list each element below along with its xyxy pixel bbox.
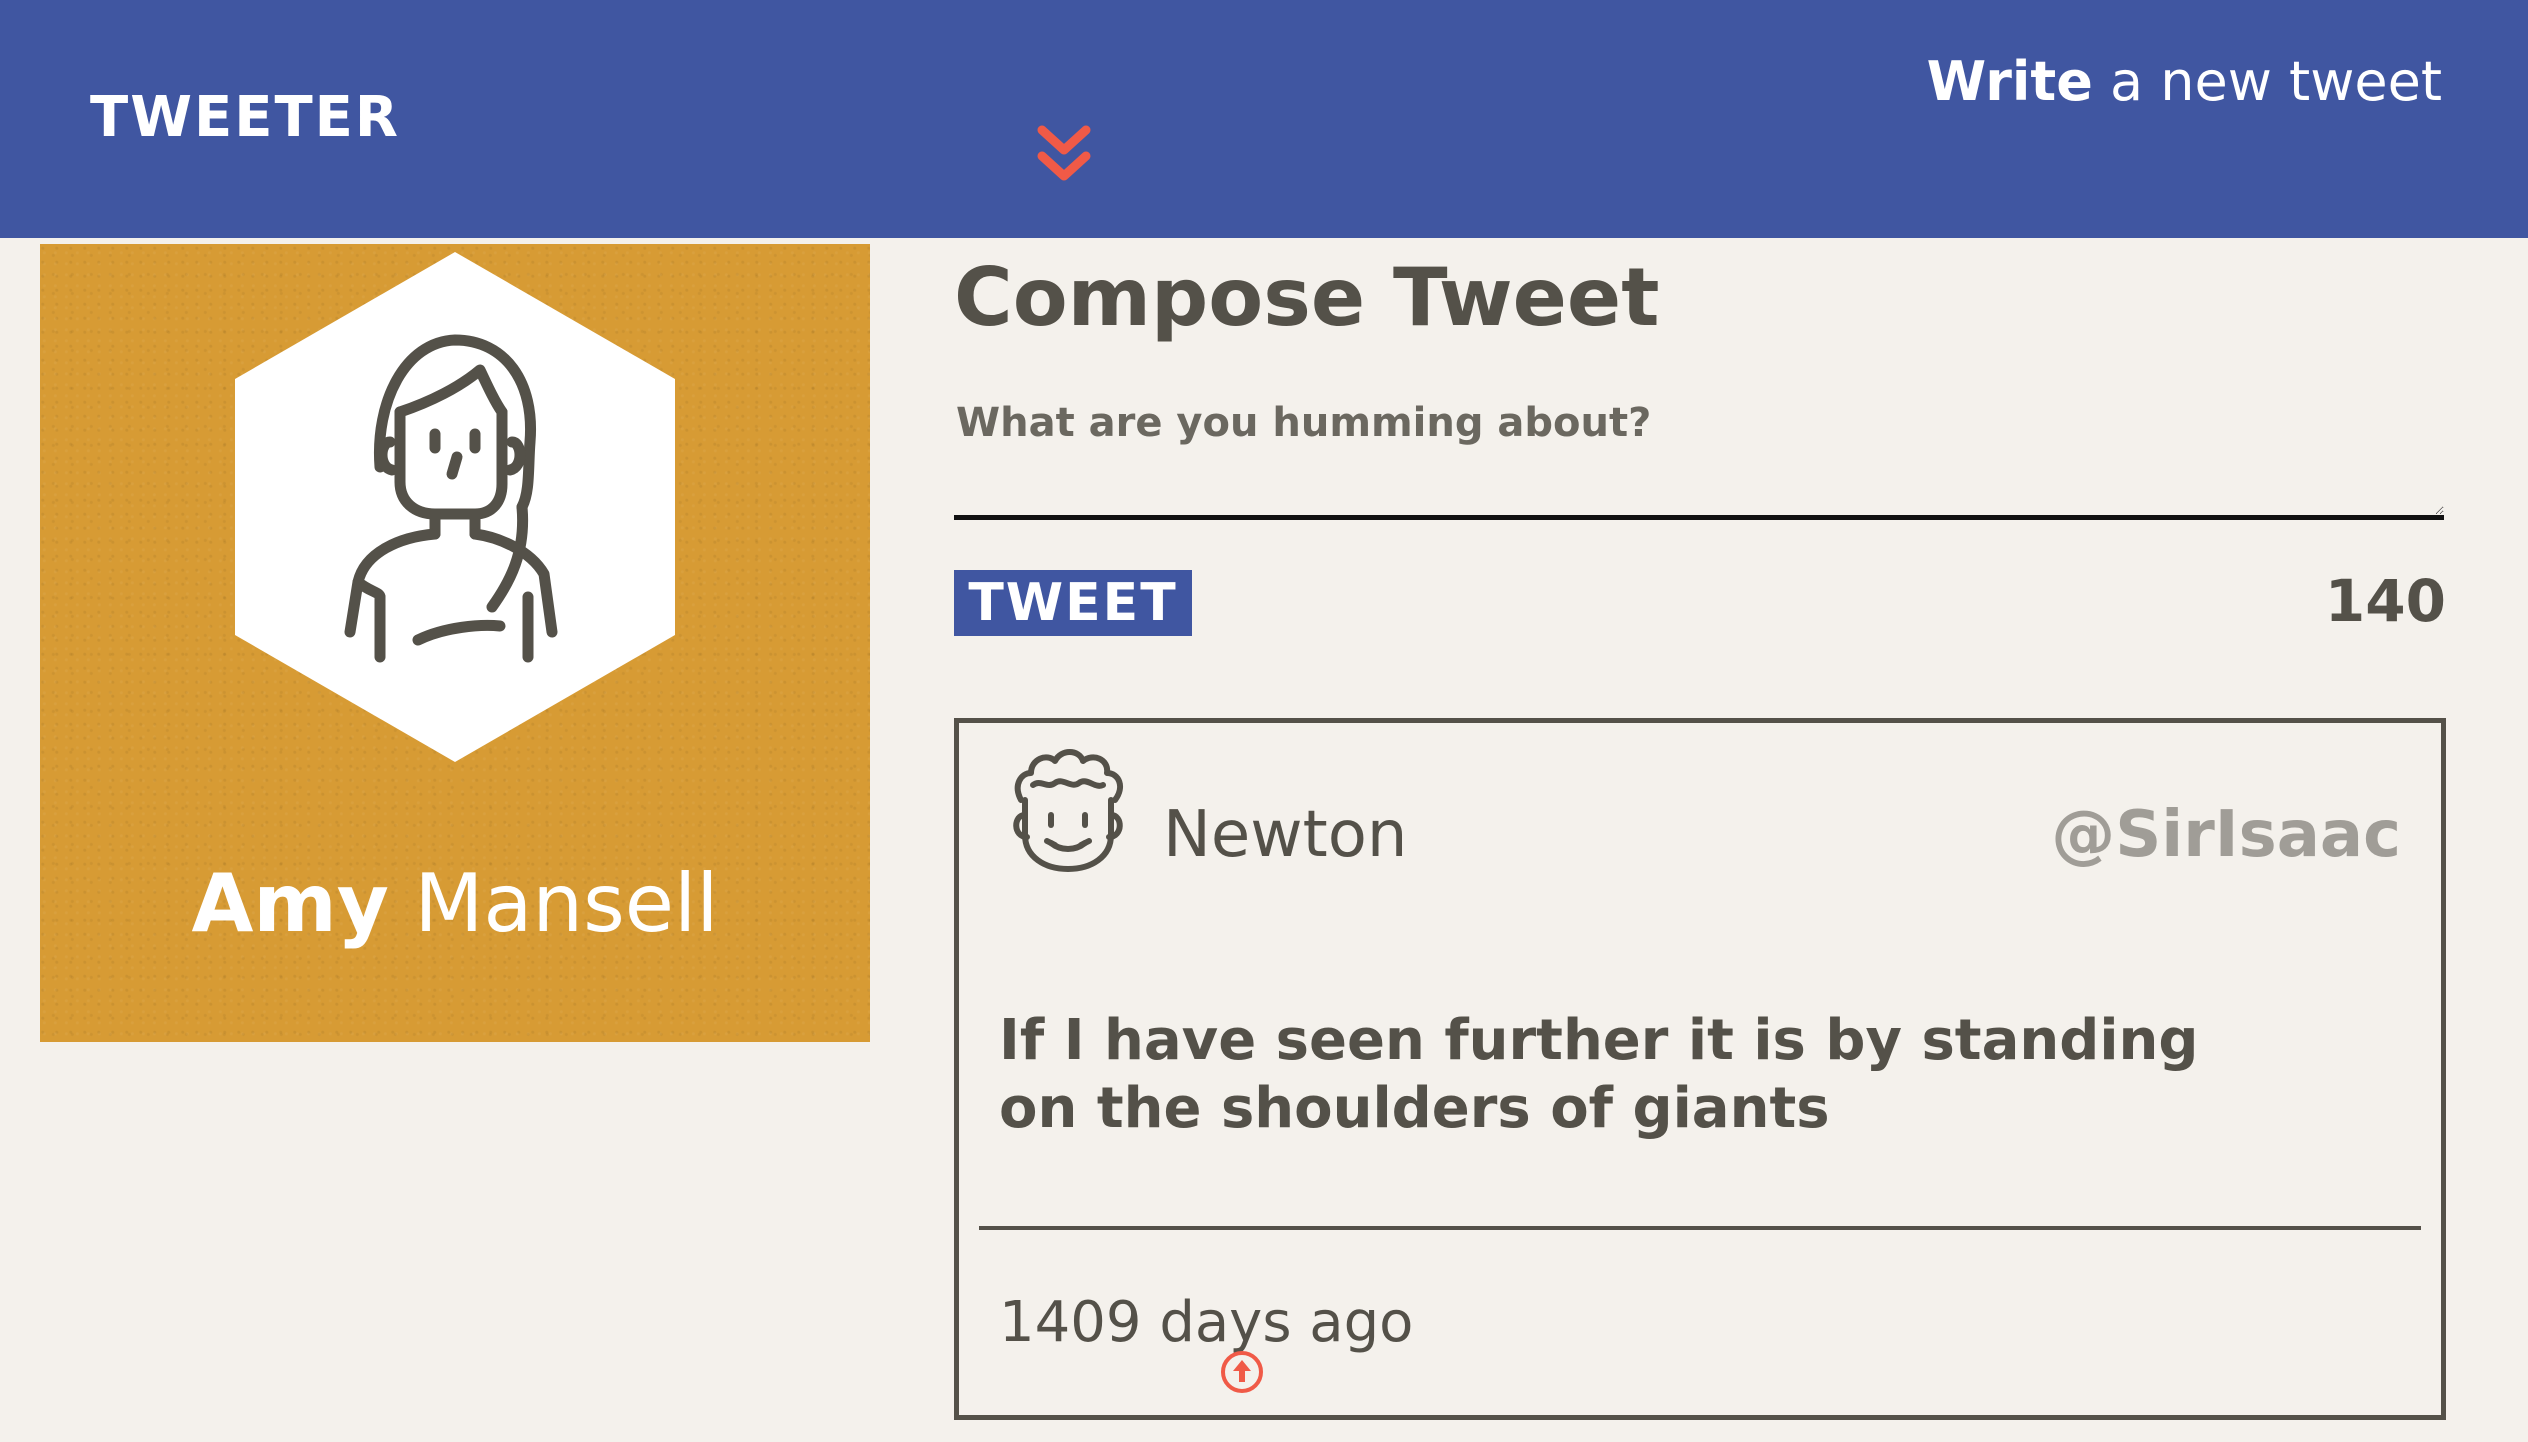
- write-rest-text: a new tweet: [2110, 50, 2442, 113]
- tweet-submit-button[interactable]: TWEET: [954, 570, 1192, 636]
- scroll-up-icon[interactable]: [1217, 1347, 1267, 1397]
- profile-first-name: Amy: [191, 857, 389, 950]
- tweet-card: Newton @SirIsaac If I have seen further …: [954, 718, 2446, 1420]
- compose-title: Compose Tweet: [954, 251, 1660, 344]
- woman-avatar-icon: [235, 252, 675, 762]
- tweet-author-handle: @SirIsaac: [2051, 798, 2401, 872]
- tweet-content: If I have seen further it is by standing…: [999, 1008, 2199, 1141]
- user-profile-card: Amy Mansell: [40, 244, 870, 1042]
- profile-last-name: Mansell: [414, 857, 719, 950]
- brand-logo: TWEETER: [90, 85, 401, 150]
- write-strong-text: Write: [1926, 50, 2093, 113]
- tweet-divider: [979, 1226, 2421, 1230]
- tweet-author-name: Newton: [1163, 798, 1408, 872]
- tweet-timestamp: 1409 days ago: [999, 1290, 1414, 1355]
- character-counter: 140: [2324, 567, 2446, 635]
- top-nav: TWEETER Write a new tweet: [0, 0, 2528, 238]
- tweet-textarea[interactable]: [954, 400, 2444, 520]
- write-new-tweet-toggle[interactable]: Write a new tweet: [1927, 52, 2442, 111]
- curly-hair-man-avatar-icon: [1013, 749, 1124, 872]
- write-new-tweet-label[interactable]: Write a new tweet: [1927, 52, 2442, 111]
- double-chevron-down-icon[interactable]: [1034, 120, 1094, 190]
- profile-name: Amy Mansell: [40, 864, 870, 944]
